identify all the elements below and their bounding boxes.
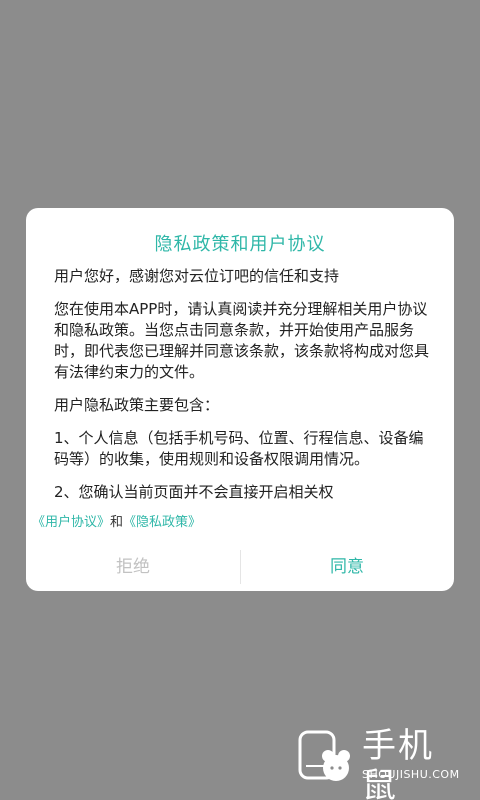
watermark-url: SHOUJISHU.COM: [362, 768, 460, 781]
watermark: 手机鼠 SHOUJISHU.COM: [296, 726, 466, 800]
dialog-paragraph: 您在使用本APP时，请认真阅读并充分理解相关用户协议和隐私政策。当您点击同意条款…: [54, 300, 430, 381]
user-agreement-link[interactable]: 《用户协议》: [32, 515, 110, 530]
screen: 隐私政策和用户协议 用户您好，感谢您对云位订吧的信任和支持 您在使用本APP时，…: [0, 0, 480, 800]
privacy-policy-link[interactable]: 《隐私政策》: [123, 515, 201, 530]
dialog-body-scroll[interactable]: 用户您好，感谢您对云位订吧的信任和支持 您在使用本APP时，请认真阅读并充分理解…: [54, 266, 436, 504]
dialog-button-row: 拒绝 同意: [26, 550, 454, 584]
links-connector: 和: [110, 515, 124, 530]
reject-button[interactable]: 拒绝: [26, 550, 240, 584]
dialog-paragraph: 1、个人信息（包括手机号码、位置、行程信息、设备编码等）的收集，使用规则和设备权…: [54, 429, 424, 468]
watermark-name: 手机鼠: [362, 726, 434, 800]
agreement-links: 《用户协议》和《隐私政策》: [32, 511, 201, 530]
agree-button[interactable]: 同意: [240, 550, 454, 584]
dialog-paragraph: 用户隐私政策主要包含：: [54, 396, 220, 414]
privacy-dialog: 隐私政策和用户协议 用户您好，感谢您对云位订吧的信任和支持 您在使用本APP时，…: [26, 208, 454, 591]
mouse-logo-icon: [298, 730, 350, 781]
dialog-paragraph: 2、您确认当前页面并不会直接开启相关权: [54, 483, 334, 501]
dialog-paragraph: 用户您好，感谢您对云位订吧的信任和支持: [54, 267, 340, 285]
dialog-title: 隐私政策和用户协议: [154, 234, 326, 255]
